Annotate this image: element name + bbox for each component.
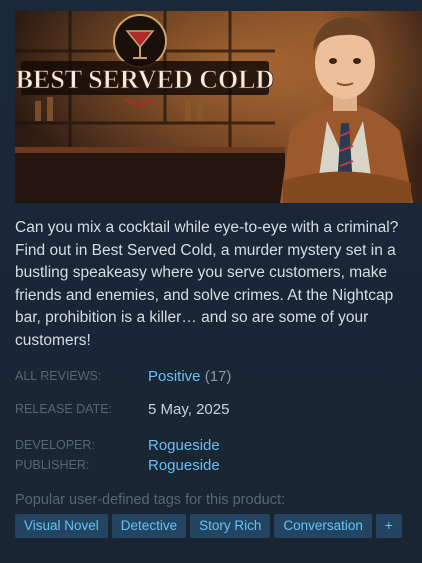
capsule-logo-text: BEST SERVED COLD <box>16 65 275 94</box>
tag-visual-novel[interactable]: Visual Novel <box>15 514 108 538</box>
tag-conversation[interactable]: Conversation <box>274 514 372 538</box>
tags-heading: Popular user-defined tags for this produ… <box>15 492 286 508</box>
review-summary[interactable]: Positive (17) <box>148 368 231 385</box>
all-reviews-label: ALL REVIEWS: <box>15 369 102 383</box>
developer-label: DEVELOPER: <box>15 438 95 452</box>
add-tag-button[interactable]: + <box>375 514 402 538</box>
game-description: Can you mix a cocktail while eye-to-eye … <box>15 219 399 349</box>
release-date-label: RELEASE DATE: <box>15 402 113 416</box>
tags-list: Visual Novel Detective Story Rich Conver… <box>15 514 402 538</box>
review-summary-text[interactable]: Positive <box>148 368 201 385</box>
game-capsule-image[interactable]: BEST SERVED COLD <box>15 11 422 203</box>
tag-detective[interactable]: Detective <box>111 514 187 538</box>
publisher-link[interactable]: Rogueside <box>148 457 220 474</box>
publisher-label: PUBLISHER: <box>15 458 90 472</box>
release-date-value: 5 May, 2025 <box>148 401 230 418</box>
tag-story-rich[interactable]: Story Rich <box>190 514 271 538</box>
capsule-artwork: BEST SERVED COLD <box>15 11 422 203</box>
developer-link[interactable]: Rogueside <box>148 437 220 454</box>
review-count: (17) <box>204 368 232 385</box>
